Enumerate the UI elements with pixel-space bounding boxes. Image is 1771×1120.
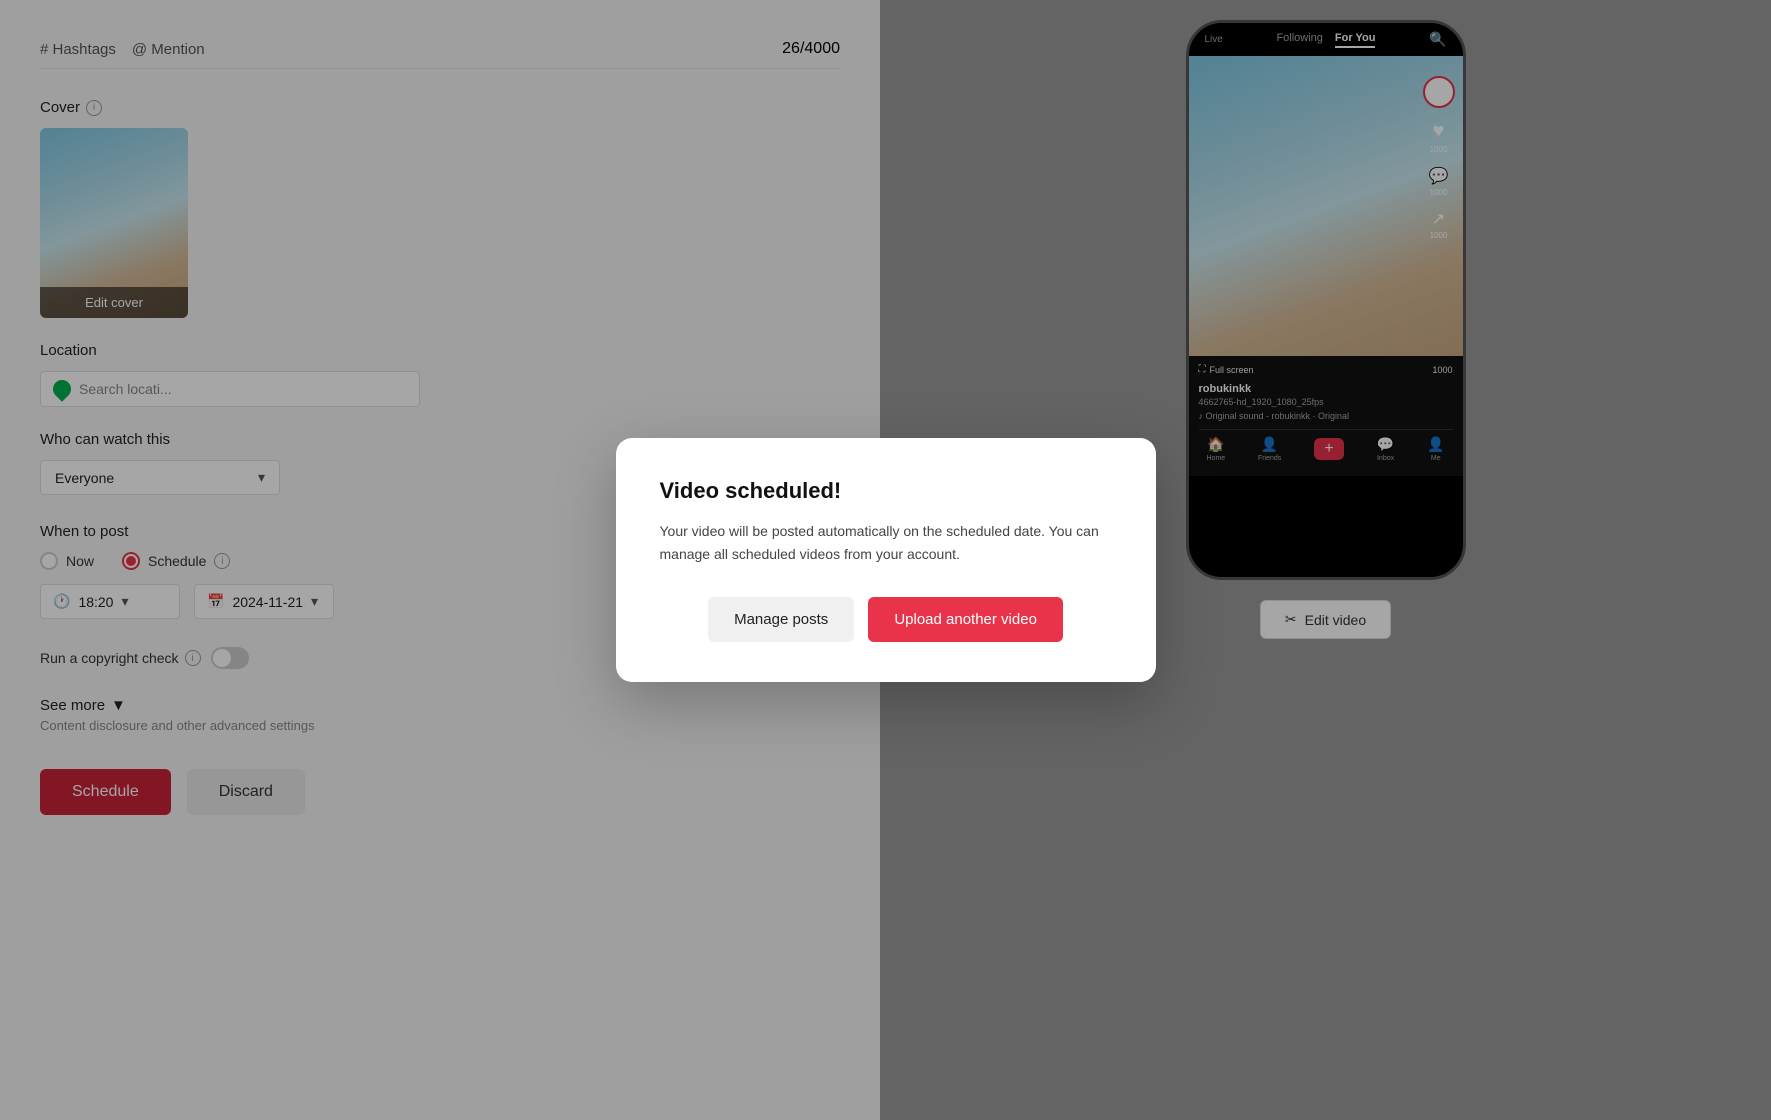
modal-box: Video scheduled! Your video will be post…: [616, 438, 1156, 682]
modal-body: Your video will be posted automatically …: [660, 520, 1112, 565]
modal-overlay: Video scheduled! Your video will be post…: [0, 0, 1771, 1120]
manage-posts-button[interactable]: Manage posts: [708, 597, 854, 642]
modal-title: Video scheduled!: [660, 478, 1112, 504]
modal-buttons: Manage posts Upload another video: [660, 597, 1112, 642]
upload-another-video-button[interactable]: Upload another video: [868, 597, 1063, 642]
